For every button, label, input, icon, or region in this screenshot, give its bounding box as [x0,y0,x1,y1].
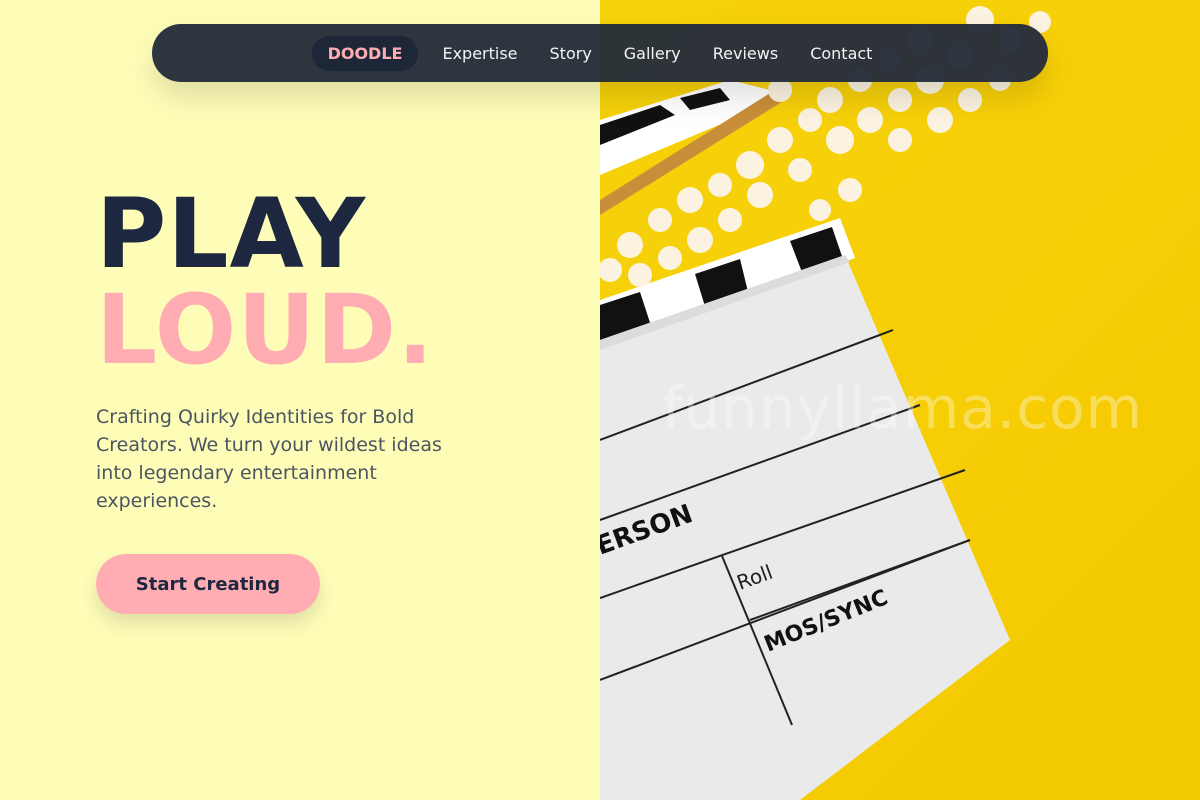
nav-inner: DOODLE Expertise Story Gallery Reviews C… [311,35,889,71]
nav-link-story[interactable]: Story [534,36,608,71]
hero-title-loud: LOUD. [96,274,435,386]
hero-title-play: PLAY [96,178,367,290]
hero-subtitle: Crafting Quirky Identities for Bold Crea… [96,406,442,512]
nav-logo[interactable]: DOODLE [311,35,419,71]
nav-link-contact[interactable]: Contact [794,36,888,71]
left-panel [0,0,600,800]
nav-link-expertise[interactable]: Expertise [426,36,533,71]
top-navigation: DOODLE Expertise Story Gallery Reviews C… [152,24,1048,82]
start-creating-button[interactable]: Start Creating [96,554,320,614]
nav-link-gallery[interactable]: Gallery [608,36,697,71]
nav-link-reviews[interactable]: Reviews [697,36,794,71]
watermark-text: funnyllama.com [662,374,1144,442]
